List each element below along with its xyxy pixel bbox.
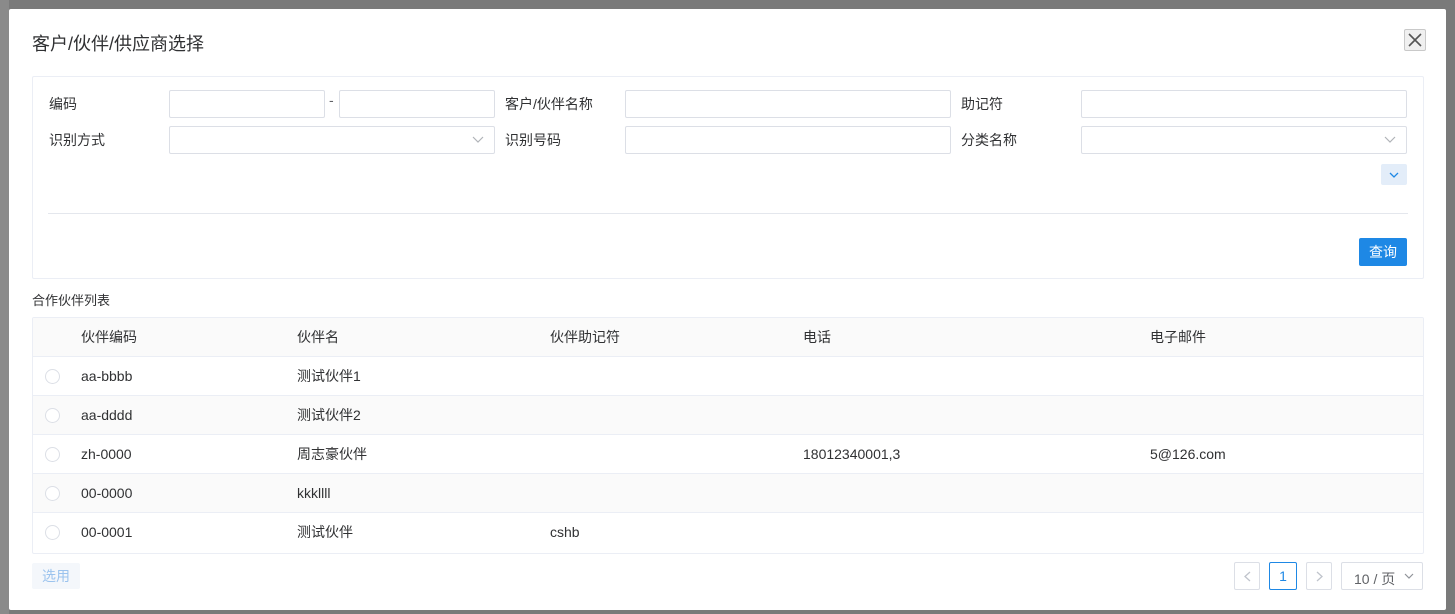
code-from-input[interactable]: [169, 90, 325, 118]
cell-mnemonic: cshb: [550, 524, 580, 540]
cell-phone: 18012340001,3: [803, 446, 901, 462]
cell-code: 00-0001: [81, 524, 133, 540]
code-label: 编码: [49, 96, 77, 112]
mnemonic-input[interactable]: [1081, 90, 1407, 118]
id-number-input[interactable]: [625, 126, 951, 154]
id-method-label: 识别方式: [49, 132, 105, 148]
column-header-phone[interactable]: 电话: [803, 318, 831, 357]
code-to-input[interactable]: [339, 90, 495, 118]
row-radio[interactable]: [45, 486, 60, 501]
id-number-label: 识别号码: [505, 132, 561, 148]
chevron-down-icon: [1389, 172, 1399, 178]
partner-table: 伙伴编码 伙伴名 伙伴助记符 电话 电子邮件 aa-bbbb 测试伙伴1 aa-…: [32, 317, 1424, 554]
cell-name: 测试伙伴1: [297, 368, 361, 384]
expand-filters-button[interactable]: [1381, 164, 1407, 185]
chevron-down-icon: [472, 136, 484, 143]
page-size-value: 10 / 页: [1354, 571, 1396, 587]
close-icon: [1408, 33, 1422, 47]
chevron-left-icon: [1243, 571, 1250, 581]
partner-name-label: 客户/伙伴名称: [505, 96, 593, 112]
column-header-mnemonic[interactable]: 伙伴助记符: [550, 318, 620, 357]
row-radio[interactable]: [45, 447, 60, 462]
id-method-select[interactable]: [169, 126, 495, 154]
chevron-down-icon: [1404, 573, 1414, 579]
table-row[interactable]: 00-0000 kkkllll: [33, 474, 1423, 513]
query-button[interactable]: 查询: [1359, 238, 1407, 266]
page-size-select[interactable]: 10 / 页: [1341, 562, 1423, 590]
table-row[interactable]: 00-0001 测试伙伴 cshb: [33, 513, 1423, 552]
table-row[interactable]: aa-dddd 测试伙伴2: [33, 396, 1423, 435]
next-page-button[interactable]: [1306, 562, 1332, 590]
select-button[interactable]: 选用: [32, 563, 80, 589]
cell-name: 测试伙伴: [297, 524, 353, 540]
partner-name-input[interactable]: [625, 90, 951, 118]
divider: [48, 213, 1408, 214]
dialog-title: 客户/伙伴/供应商选择: [32, 34, 205, 54]
range-dash: -: [329, 92, 334, 108]
search-panel: 编码 - 客户/伙伴名称 助记符 识别方式 识别号码 分类名称 查询: [32, 76, 1424, 279]
prev-page-button[interactable]: [1234, 562, 1260, 590]
cell-code: aa-bbbb: [81, 368, 133, 384]
cell-name: kkkllll: [297, 485, 331, 501]
mnemonic-label: 助记符: [961, 96, 1003, 112]
close-button[interactable]: [1404, 29, 1426, 51]
cell-code: aa-dddd: [81, 407, 133, 423]
cell-name: 周志豪伙伴: [297, 446, 367, 462]
category-label: 分类名称: [961, 132, 1017, 148]
partner-select-dialog: 客户/伙伴/供应商选择 编码 - 客户/伙伴名称 助记符 识别方式 识别号码 分…: [9, 9, 1446, 610]
table-row[interactable]: aa-bbbb 测试伙伴1: [33, 357, 1423, 396]
partner-list-title: 合作伙伴列表: [32, 293, 111, 308]
chevron-down-icon: [1384, 136, 1396, 143]
cell-name: 测试伙伴2: [297, 407, 361, 423]
cell-code: 00-0000: [81, 485, 133, 501]
row-radio[interactable]: [45, 408, 60, 423]
backdrop: [0, 0, 9, 614]
column-header-code[interactable]: 伙伴编码: [81, 318, 137, 357]
column-header-email[interactable]: 电子邮件: [1150, 318, 1206, 357]
table-header: 伙伴编码 伙伴名 伙伴助记符 电话 电子邮件: [33, 318, 1423, 357]
row-radio[interactable]: [45, 369, 60, 384]
cell-email: 5@126.com: [1150, 446, 1226, 462]
row-radio[interactable]: [45, 525, 60, 540]
column-header-name[interactable]: 伙伴名: [297, 318, 339, 357]
page-number-current[interactable]: 1: [1269, 562, 1297, 590]
category-select[interactable]: [1081, 126, 1407, 154]
cell-code: zh-0000: [81, 446, 132, 462]
table-row[interactable]: zh-0000 周志豪伙伴 18012340001,3 5@126.com: [33, 435, 1423, 474]
chevron-right-icon: [1316, 571, 1323, 581]
